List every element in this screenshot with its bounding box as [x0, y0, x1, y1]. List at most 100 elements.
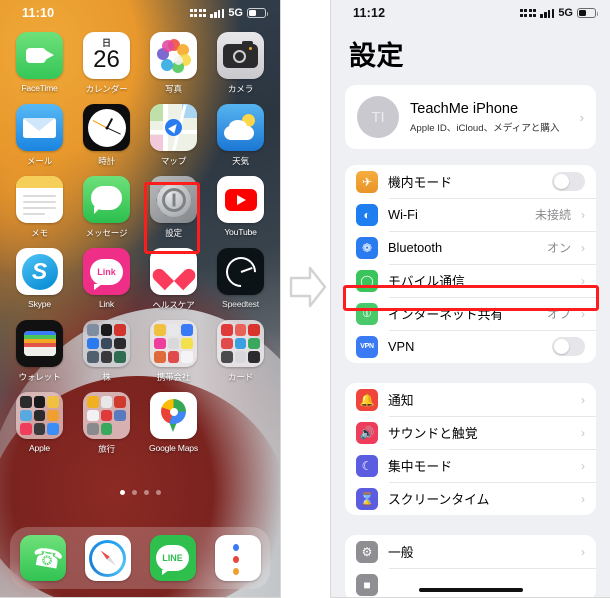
app-youtube[interactable]: YouTube: [207, 176, 274, 239]
airplane-mode-toggle[interactable]: [552, 172, 585, 191]
calendar-daynum: 26: [93, 46, 120, 73]
folder-icon: [150, 320, 197, 367]
chevron-right-icon: ›: [581, 425, 585, 440]
google-maps-pin-icon: [150, 392, 197, 439]
app-messages[interactable]: メッセージ: [73, 176, 140, 239]
settings-row-wifi[interactable]: ◐ Wi-Fi 未接続 ›: [345, 198, 596, 231]
app-maps[interactable]: マップ: [140, 104, 207, 167]
app-clock[interactable]: 時計: [73, 104, 140, 167]
iphone-home-screen: 11:10 5G FaceTime 日 26 カレンダー 写真 カメラ メール …: [0, 0, 281, 598]
home-indicator[interactable]: [418, 587, 523, 592]
link-glyph: Link: [90, 258, 123, 290]
app-label: Link: [99, 299, 114, 309]
app-google-maps[interactable]: Google Maps: [140, 392, 207, 455]
step-arrow-right: [288, 262, 328, 312]
dock: ☎ LINE: [10, 527, 270, 589]
app-label: ウォレット: [18, 372, 61, 382]
settings-row-notifications[interactable]: 🔔 通知 ›: [345, 383, 596, 416]
folder-apple[interactable]: Apple: [6, 392, 73, 455]
folder-stocks[interactable]: 株: [73, 320, 140, 383]
app-label: メモ: [31, 228, 48, 238]
app-link[interactable]: Link Link: [73, 248, 140, 311]
skype-glyph: S: [21, 253, 58, 290]
cellular-antenna-icon: ◯: [356, 269, 378, 292]
row-label: スクリーンタイム: [388, 492, 490, 507]
vpn-toggle[interactable]: [552, 337, 585, 356]
line-glyph: LINE: [156, 545, 189, 575]
app-calendar[interactable]: 日 26 カレンダー: [73, 32, 140, 95]
calendar-icon: 日 26: [83, 32, 130, 79]
app-facetime[interactable]: FaceTime: [6, 32, 73, 95]
line-icon[interactable]: LINE: [149, 535, 196, 581]
app-label: 写真: [165, 84, 182, 94]
youtube-icon: [217, 176, 264, 223]
app-label: ヘルスケア: [152, 300, 195, 310]
status-bar-right: 11:12 5G: [331, 0, 610, 26]
folder-cards[interactable]: カード: [207, 320, 274, 383]
health-heart-icon: [150, 248, 197, 295]
settings-row-sounds-haptics[interactable]: 🔊 サウンドと触覚 ›: [345, 416, 596, 449]
app-label: カード: [227, 372, 254, 382]
app-label: カレンダー: [85, 84, 128, 94]
settings-row-partial[interactable]: ■: [345, 568, 596, 597]
notes-icon: [16, 176, 63, 223]
safari-compass-icon[interactable]: [84, 535, 131, 581]
vpn-icon: VPN: [356, 335, 378, 358]
settings-row-bluetooth[interactable]: ❁ Bluetooth オン ›: [345, 231, 596, 264]
reminders-icon[interactable]: [214, 535, 261, 581]
row-label: 機内モード: [388, 175, 452, 190]
app-label: 旅行: [98, 444, 115, 454]
network-type-label: 5G: [228, 7, 243, 19]
settings-row-hotspot[interactable]: ⦶ インターネット共有 オフ ›: [345, 297, 596, 330]
chevron-right-icon: ›: [581, 491, 585, 506]
row-value: オフ: [546, 307, 571, 321]
app-photos[interactable]: 写真: [140, 32, 207, 95]
app-label: 携帯会社: [156, 372, 191, 382]
folder-carrier[interactable]: 携帯会社: [140, 320, 207, 383]
photos-icon: [150, 32, 197, 79]
app-label: 天気: [232, 156, 249, 166]
screenshot-stage: 11:10 5G FaceTime 日 26 カレンダー 写真 カメラ メール …: [0, 0, 610, 598]
speedtest-gauge-icon: [217, 248, 264, 295]
app-notes[interactable]: メモ: [6, 176, 73, 239]
app-settings[interactable]: 設定: [140, 176, 207, 239]
hourglass-icon: ⌛: [356, 487, 378, 510]
app-speedtest[interactable]: Speedtest: [207, 248, 274, 311]
app-weather[interactable]: 天気: [207, 104, 274, 167]
account-row[interactable]: TI TeachMe iPhone Apple ID、iCloud、メディアと購…: [345, 85, 596, 149]
battery-icon: [247, 8, 269, 18]
app-mail[interactable]: メール: [6, 104, 73, 167]
settings-row-screen-time[interactable]: ⌛ スクリーンタイム ›: [345, 482, 596, 515]
status-bar-left: 11:10 5G: [0, 0, 280, 26]
settings-row-vpn[interactable]: VPN VPN: [345, 330, 596, 363]
app-camera[interactable]: カメラ: [207, 32, 274, 95]
iphone-settings-screen: 11:12 5G 設定 TI TeachMe iPhone Apple ID、i…: [330, 0, 610, 598]
row-label: サウンドと触覚: [388, 426, 478, 441]
phone-icon[interactable]: ☎: [19, 535, 66, 581]
connectivity-group: ✈ 機内モード ◐ Wi-Fi 未接続 › ❁ Bluetooth オン › ◯…: [345, 165, 596, 363]
settings-row-general[interactable]: ⚙ 一般 ›: [345, 535, 596, 568]
alerts-group: 🔔 通知 › 🔊 サウンドと触覚 › ☾ 集中モード › ⌛ スクリーンタイム …: [345, 383, 596, 515]
chevron-right-icon: ›: [581, 306, 585, 321]
app-label: マップ: [160, 156, 187, 166]
app-label: Google Maps: [149, 443, 198, 453]
app-label: Apple: [29, 443, 50, 453]
folder-travel[interactable]: 旅行: [73, 392, 140, 455]
row-label: インターネット共有: [388, 307, 504, 322]
app-wallet[interactable]: ウォレット: [6, 320, 73, 383]
account-card[interactable]: TI TeachMe iPhone Apple ID、iCloud、メディアと購…: [345, 85, 596, 149]
app-skype[interactable]: S Skype: [6, 248, 73, 311]
chevron-right-icon: ›: [581, 544, 585, 559]
chevron-right-icon: ›: [581, 392, 585, 407]
app-health[interactable]: ヘルスケア: [140, 248, 207, 311]
settings-row-airplane-mode[interactable]: ✈ 機内モード: [345, 165, 596, 198]
settings-row-cellular[interactable]: ◯ モバイル通信 ›: [345, 264, 596, 297]
page-indicator[interactable]: [0, 490, 280, 495]
row-label: 一般: [388, 545, 414, 560]
chevron-right-icon: ›: [581, 273, 585, 288]
wallet-icon: [16, 320, 63, 367]
home-app-grid: FaceTime 日 26 カレンダー 写真 カメラ メール 時計 マップ 天気…: [0, 26, 280, 455]
app-label: Skype: [28, 299, 51, 309]
row-label: Bluetooth: [388, 240, 443, 255]
settings-row-focus[interactable]: ☾ 集中モード ›: [345, 449, 596, 482]
